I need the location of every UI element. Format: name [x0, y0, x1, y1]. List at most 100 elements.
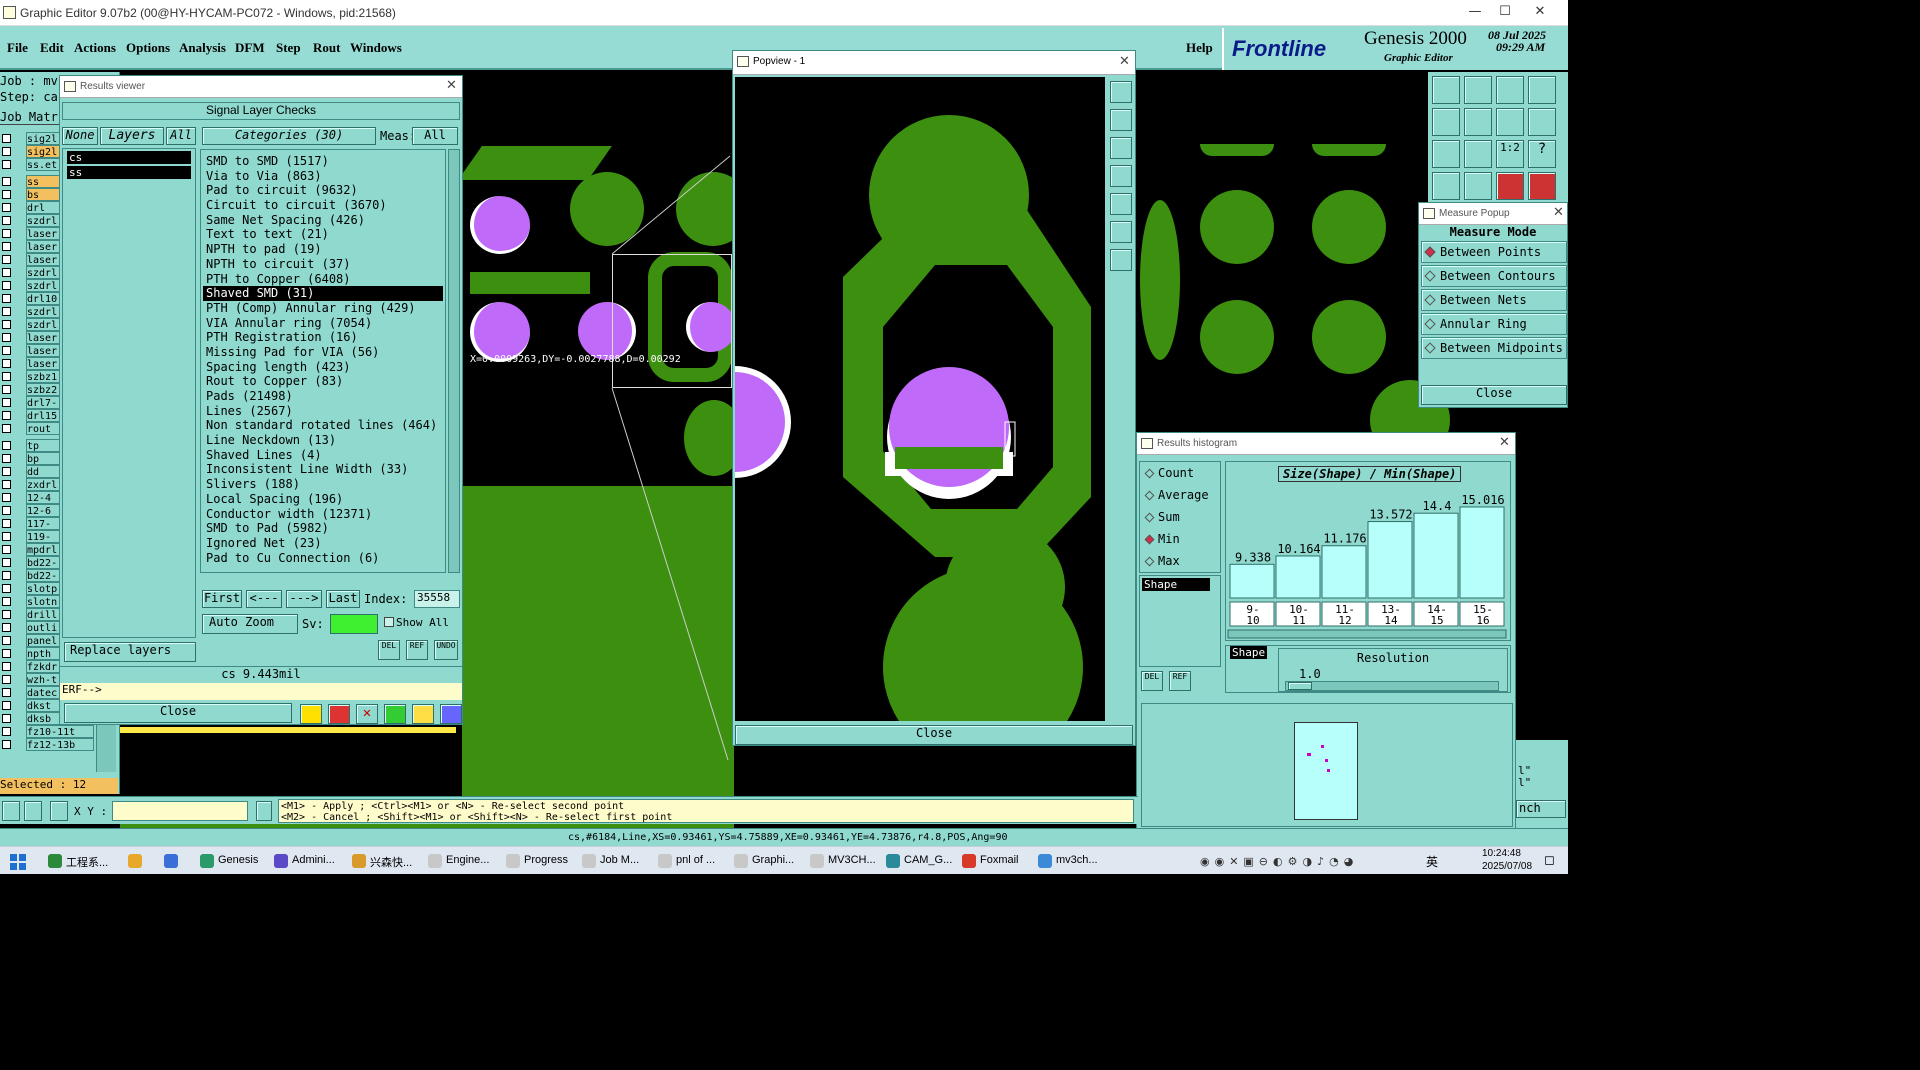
layer-checkbox[interactable]	[2, 242, 11, 251]
layer-checkbox[interactable]	[2, 636, 11, 645]
category-item[interactable]: Missing Pad for VIA (56)	[203, 345, 443, 360]
xy-input[interactable]	[112, 801, 248, 821]
histogram-bar[interactable]	[1275, 555, 1321, 599]
tool-icon-16[interactable]	[1528, 172, 1556, 200]
layer-checkbox[interactable]	[2, 147, 11, 156]
tool-icon-8[interactable]	[1528, 108, 1556, 136]
category-item[interactable]: Same Net Spacing (426)	[203, 213, 443, 228]
measure-mode-option[interactable]: Between Points	[1421, 241, 1567, 263]
taskbar-app[interactable]: mv3ch...	[1034, 849, 1106, 873]
layer-checkbox[interactable]	[2, 649, 11, 658]
taskbar-app[interactable]: 工程系...	[44, 849, 120, 873]
layer-checkbox[interactable]	[2, 411, 11, 420]
category-item[interactable]: PTH (Comp) Annular ring (429)	[203, 301, 443, 316]
taskbar-app[interactable]: Admini...	[270, 849, 344, 873]
layer-checkbox[interactable]	[2, 584, 11, 593]
menu-rout[interactable]: Rout	[313, 40, 340, 56]
category-item[interactable]: Line Neckdown (13)	[203, 433, 443, 448]
tool-icon-1[interactable]	[1432, 76, 1460, 104]
cross-icon[interactable]: ✕	[356, 704, 378, 724]
zoom-out-icon[interactable]	[1110, 249, 1132, 271]
histogram-del-button[interactable]: DEL	[1141, 671, 1163, 691]
category-item[interactable]: Slivers (188)	[203, 477, 443, 492]
category-item[interactable]: NPTH to circuit (37)	[203, 257, 443, 272]
results-close-button[interactable]: Close	[64, 703, 292, 723]
system-tray[interactable]: ◉◉✕▣⊖◐⚙◑♪◔◕	[1200, 855, 1500, 869]
layer-checkbox[interactable]	[2, 372, 11, 381]
report-icon[interactable]	[384, 704, 406, 724]
layer-checkbox[interactable]	[2, 727, 11, 736]
zoom-in-icon[interactable]	[1110, 221, 1132, 243]
taskbar-app[interactable]: CAM_G...	[882, 849, 954, 873]
layer-checkbox[interactable]	[2, 571, 11, 580]
shape-list-item[interactable]: Shape	[1142, 578, 1210, 591]
layer-checkbox[interactable]	[2, 346, 11, 355]
last-button[interactable]: Last	[326, 590, 360, 608]
tool-icon-9[interactable]	[1432, 140, 1460, 168]
popview-canvas[interactable]	[735, 77, 1105, 721]
ime-indicator[interactable]: 英	[1426, 853, 1438, 870]
layer-checkbox[interactable]	[2, 480, 11, 489]
taskbar-app[interactable]: 兴森快...	[348, 849, 420, 873]
layer-checkbox[interactable]	[2, 134, 11, 143]
category-item[interactable]: Pad to circuit (9632)	[203, 183, 443, 198]
histogram-option[interactable]: Max	[1140, 550, 1220, 572]
category-item[interactable]: SMD to SMD (1517)	[203, 154, 443, 169]
measure-mode-option[interactable]: Between Nets	[1421, 289, 1567, 311]
one-to-one-icon[interactable]: 1:2	[1496, 140, 1524, 168]
layer-checkbox[interactable]	[2, 281, 11, 290]
del-button[interactable]: DEL	[378, 640, 400, 660]
taskbar-app[interactable]: Foxmail	[958, 849, 1030, 873]
layer-checkbox[interactable]	[2, 294, 11, 303]
layer-checkbox[interactable]	[2, 190, 11, 199]
layer-checkbox[interactable]	[2, 519, 11, 528]
index-field[interactable]: 35558	[414, 590, 460, 608]
taskbar-app[interactable]: Progress	[502, 849, 574, 873]
category-item[interactable]: NPTH to pad (19)	[203, 242, 443, 257]
category-item[interactable]: SMD to Pad (5982)	[203, 521, 443, 536]
tool-icon-13[interactable]	[1432, 172, 1460, 200]
layer-checkbox[interactable]	[2, 467, 11, 476]
layer-checkbox[interactable]	[2, 675, 11, 684]
layer-checkbox[interactable]	[2, 662, 11, 671]
histogram-scrollbar[interactable]	[1227, 629, 1507, 639]
layer-checkbox[interactable]	[2, 255, 11, 264]
start-icon[interactable]	[10, 854, 26, 870]
layer-checkbox[interactable]	[2, 597, 11, 606]
layer-checkbox[interactable]	[2, 177, 11, 186]
close-icon[interactable]: ✕	[1553, 205, 1564, 220]
all-button[interactable]: All	[166, 127, 196, 145]
category-item[interactable]: PTH Registration (16)	[203, 330, 443, 345]
category-item[interactable]: Spacing length (423)	[203, 360, 443, 375]
histogram-bar[interactable]	[1229, 563, 1275, 599]
taskbar-app[interactable]: Graphi...	[730, 849, 802, 873]
layer-row[interactable]: fz12-13b	[0, 738, 96, 751]
layer-checkbox[interactable]	[2, 203, 11, 212]
layer-checkbox[interactable]	[2, 688, 11, 697]
menu-dfm[interactable]: DFM	[235, 40, 265, 56]
taskbar-app[interactable]	[160, 849, 192, 873]
menu-step[interactable]: Step	[276, 40, 301, 56]
pointer-icon[interactable]	[2, 801, 20, 821]
histogram-bar[interactable]	[1413, 512, 1459, 599]
layer-checkbox[interactable]	[2, 229, 11, 238]
layer-checkbox[interactable]	[2, 160, 11, 169]
histogram-option[interactable]: Sum	[1140, 506, 1220, 528]
measure-close-button[interactable]: Close	[1421, 385, 1567, 405]
zoom-fit-icon[interactable]	[1110, 81, 1132, 103]
erf-field[interactable]: ERF-->	[60, 683, 462, 700]
tool-icon-6[interactable]	[1464, 108, 1492, 136]
list-icon[interactable]	[412, 704, 434, 724]
move-left-icon[interactable]	[1110, 165, 1132, 187]
meas-select[interactable]: All	[412, 127, 458, 145]
category-item[interactable]: Circuit to circuit (3670)	[203, 198, 443, 213]
minimize-button[interactable]: —	[1460, 4, 1490, 22]
category-item[interactable]: Inconsistent Line Width (33)	[203, 462, 443, 477]
measure-mode-option[interactable]: Annular Ring	[1421, 313, 1567, 335]
resolution-slider[interactable]	[1285, 681, 1499, 691]
layer-checkbox[interactable]	[2, 320, 11, 329]
show-all-checkbox[interactable]	[384, 617, 394, 627]
grid-toggle-icon[interactable]	[50, 801, 68, 821]
layer-checkbox[interactable]	[2, 385, 11, 394]
category-item[interactable]: Via to Via (863)	[203, 169, 443, 184]
